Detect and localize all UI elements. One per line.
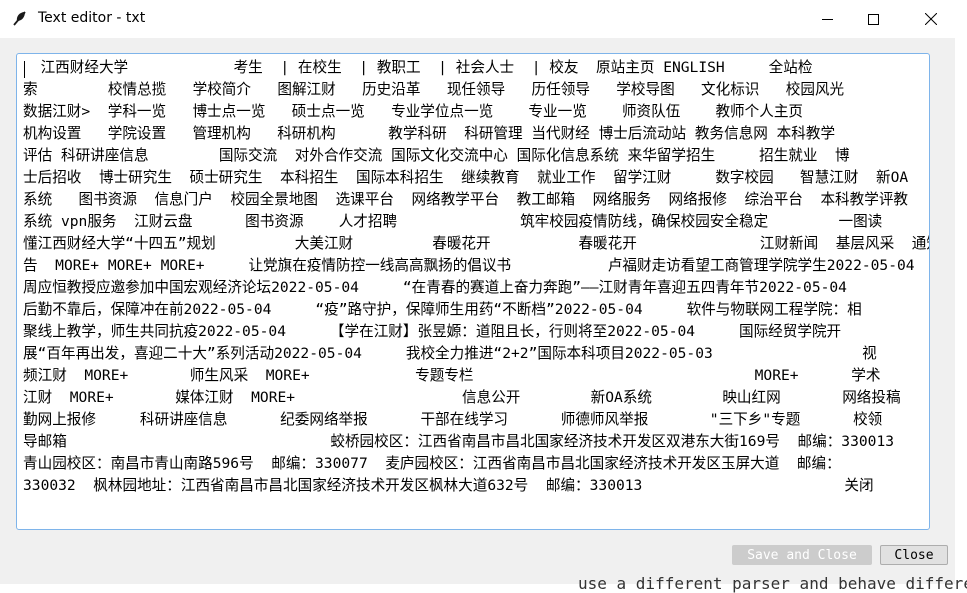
text-editor-window: Text editor - txt 江西财经大学 考生 | 在校生 | 教职工 … xyxy=(0,0,956,584)
minimize-button[interactable] xyxy=(804,0,850,38)
feather-icon xyxy=(13,11,26,26)
text-cursor xyxy=(24,61,25,78)
text-line: 聚线上教学，师生共同抗疫2022-05-04 【学在江财】张昱嫄：道阻且长，行则… xyxy=(23,323,842,340)
close-button[interactable]: Close xyxy=(880,545,948,565)
text-content[interactable]: 江西财经大学 考生 | 在校生 | 教职工 | 社会人士 | 校友 原站主页 E… xyxy=(23,54,930,497)
text-line: 勤网上报修 科研讲座信息 纪委网络举报 干部在线学习 师德师风举报 "三下乡"专… xyxy=(23,411,883,428)
close-icon xyxy=(925,13,937,25)
text-line: 导邮箱 蛟桥园校区：江西省南昌市昌北国家经济技术开发区双港东大街169号 邮编：… xyxy=(23,433,895,450)
text-line: 机构设置 学院设置 管理机构 科研机构 教学科研 科研管理 当代财经 博士后流动… xyxy=(23,125,836,142)
title-bar[interactable]: Text editor - txt xyxy=(0,0,955,38)
maximize-button[interactable] xyxy=(850,0,896,38)
maximize-icon xyxy=(867,13,879,25)
background-panel xyxy=(957,43,967,543)
text-line: 系统 vpn服务 江财云盘 图书资源 人才招聘 筑牢校园疫情防线，确保校园安全稳… xyxy=(23,213,883,230)
close-window-button[interactable] xyxy=(908,0,954,38)
text-line: 展“百年再出发，喜迎二十大”系列活动2022-05-04 我校全力推进“2+2”… xyxy=(23,345,877,362)
save-and-close-button[interactable]: Save and Close xyxy=(732,545,872,565)
text-line: 青山园校区：南昌市青山南路596号 邮编：330077 麦庐园校区：江西省南昌市… xyxy=(23,455,841,472)
text-line: 频江财 MORE+ 师生风采 MORE+ 专题专栏 MORE+ 学术 xyxy=(23,367,881,384)
text-line: 士后招收 博士研究生 硕士研究生 本科招生 国际本科招生 继续教育 就业工作 留… xyxy=(23,169,909,186)
text-line: 告 MORE+ MORE+ MORE+ 让党旗在疫情防控一线高高飘扬的倡议书 卢… xyxy=(23,257,915,274)
text-line: 后勤不靠后，保障冲在前2022-05-04 “疫”路守护，保障师生用药“不断档”… xyxy=(23,301,862,318)
text-line: 系统 图书资源 信息门户 校园全景地图 选课平台 网络教学平台 教工邮箱 网络服… xyxy=(23,191,909,208)
text-area[interactable]: 江西财经大学 考生 | 在校生 | 教职工 | 社会人士 | 校友 原站主页 E… xyxy=(16,53,930,530)
text-line: 江西财经大学 考生 | 在校生 | 教职工 | 社会人士 | 校友 原站主页 E… xyxy=(23,59,813,76)
text-line: 330032 枫林园地址：江西省南昌市昌北国家经济技术开发区枫林大道632号 邮… xyxy=(23,477,874,494)
text-line: 索 校情总揽 学校简介 图解江财 历史沿革 现任领导 历任领导 学校导图 文化标… xyxy=(23,81,845,98)
text-line: 江财 MORE+ 媒体江财 MORE+ 信息公开 新OA系统 映山红网 网络投稿… xyxy=(23,389,930,406)
minimize-icon xyxy=(821,18,833,20)
text-line: 评估 科研讲座信息 国际交流 对外合作交流 国际文化交流中心 国际化信息系统 来… xyxy=(23,147,850,164)
window-title: Text editor - txt xyxy=(38,10,146,26)
text-line: 周应恒教授应邀参加中国宏观经济论坛2022-05-04 “在青春的赛道上奋力奔跑… xyxy=(23,279,847,296)
text-line: 懂江西财经大学“十四五”规划 大美江财 春暖花开 春暖花开 江财新闻 基层风采 … xyxy=(23,235,930,252)
text-line: 数据江财> 学科一览 博士点一览 硕士点一览 专业学位点一览 专业一览 师资队伍… xyxy=(23,103,804,120)
